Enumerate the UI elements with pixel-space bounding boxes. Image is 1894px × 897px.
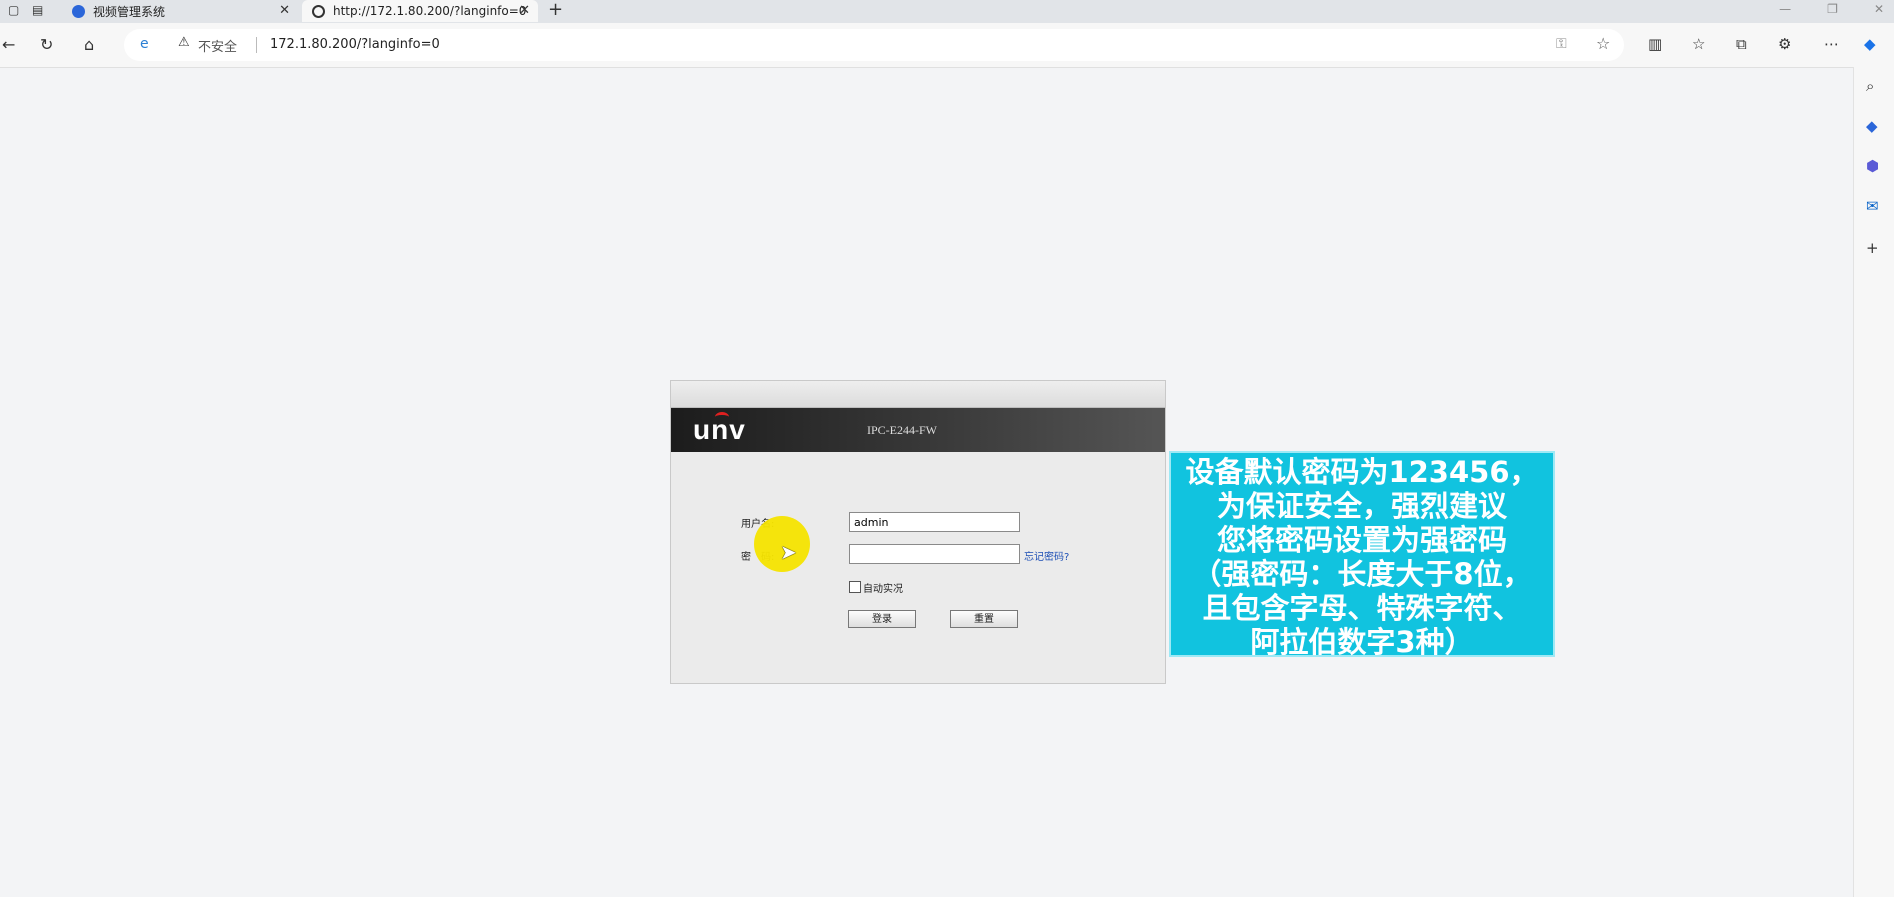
minimize-icon[interactable]: —: [1779, 2, 1791, 16]
collections-icon[interactable]: ⧉: [1736, 35, 1747, 53]
tab-bar: ▢ ▤ 视频管理系统 ✕ http://172.1.80.200/?langin…: [0, 0, 1894, 23]
navigation-bar: ← ↻ ⌂ e ⚠ 不安全 172.1.80.200/?langinfo=0 ⚿…: [0, 23, 1894, 68]
notice-line: 阿拉伯数字3种）: [1250, 625, 1474, 659]
page-icon: [312, 4, 325, 18]
home-icon[interactable]: ⌂: [84, 35, 94, 54]
favorite-star-icon[interactable]: ☆: [1596, 34, 1610, 53]
close-window-icon[interactable]: ✕: [1874, 2, 1884, 16]
password-notice: 设备默认密码为123456， 为保证安全，强烈建议 您将密码设置为强密码 （强密…: [1169, 451, 1555, 659]
search-icon[interactable]: ⌕: [1866, 77, 1874, 95]
office-icon[interactable]: ⬢: [1866, 157, 1879, 175]
new-tab-button[interactable]: +: [548, 0, 563, 20]
username-input[interactable]: [849, 512, 1020, 532]
mouse-cursor-icon: ➤: [780, 540, 797, 564]
tab-video-management[interactable]: 视频管理系统 ✕: [62, 0, 298, 22]
dialog-top-strip: [671, 381, 1165, 408]
restore-icon[interactable]: ❐: [1827, 2, 1838, 16]
add-sidebar-app-icon[interactable]: +: [1866, 239, 1879, 257]
back-icon[interactable]: ←: [2, 35, 15, 54]
notice-line: 且包含字母、特殊字符、: [1202, 591, 1522, 625]
password-input[interactable]: [849, 544, 1020, 564]
tab-title: 视频管理系统: [93, 4, 166, 19]
tab-camera-login[interactable]: http://172.1.80.200/?langinfo=0 ✕: [302, 0, 538, 22]
copilot-icon[interactable]: ◆: [1864, 35, 1876, 53]
key-icon[interactable]: ⚿: [1556, 36, 1567, 52]
address-bar[interactable]: e ⚠ 不安全 172.1.80.200/?langinfo=0 ⚿ ☆: [124, 29, 1624, 61]
ie-mode-icon[interactable]: e: [140, 36, 149, 52]
site-favicon-icon: [72, 4, 85, 18]
window-controls: — ❐ ✕: [1779, 2, 1884, 16]
shopping-icon[interactable]: ◆: [1866, 117, 1878, 135]
notice-line: 为保证安全，强烈建议: [1216, 489, 1507, 523]
workspaces-icon[interactable]: ▤: [32, 3, 43, 17]
auto-login-checkbox[interactable]: [849, 581, 861, 593]
extensions-icon[interactable]: ⚙: [1778, 35, 1791, 53]
warning-icon: ⚠: [178, 35, 190, 50]
more-menu-icon[interactable]: ⋯: [1824, 35, 1839, 53]
notice-line: （强密码：长度大于8位，: [1192, 557, 1532, 591]
outlook-icon[interactable]: ✉: [1866, 197, 1879, 215]
close-tab-icon[interactable]: ✕: [279, 3, 290, 18]
login-dialog: unv IPC-E244-FW 用户名: 密 码: 忘记密码? 自动实况 登录 …: [670, 380, 1166, 684]
login-button[interactable]: 登录: [848, 610, 916, 628]
security-status[interactable]: 不安全: [198, 36, 237, 55]
url-text[interactable]: 172.1.80.200/?langinfo=0: [270, 37, 440, 52]
favorites-icon[interactable]: ☆: [1692, 35, 1705, 53]
auto-login-label: 自动实况: [863, 584, 903, 595]
reset-button[interactable]: 重置: [950, 610, 1018, 628]
address-separator: [256, 37, 257, 53]
notice-line: 设备默认密码为123456，: [1185, 455, 1539, 489]
notice-line: 您将密码设置为强密码: [1216, 523, 1507, 557]
device-model: IPC-E244-FW: [867, 423, 937, 437]
refresh-icon[interactable]: ↻: [40, 35, 53, 54]
tab-title: http://172.1.80.200/?langinfo=0: [333, 4, 527, 18]
browser-sidebar: ⌕ ◆ ⬢ ✉ +: [1853, 67, 1894, 897]
logo-arc-icon: [715, 412, 729, 422]
brand-banner: unv IPC-E244-FW: [671, 408, 1165, 452]
tab-actions-icon[interactable]: ▢: [8, 3, 19, 17]
close-tab-icon[interactable]: ✕: [519, 3, 530, 18]
forgot-password-link[interactable]: 忘记密码?: [1024, 548, 1069, 563]
split-screen-icon[interactable]: ▥: [1648, 35, 1662, 53]
